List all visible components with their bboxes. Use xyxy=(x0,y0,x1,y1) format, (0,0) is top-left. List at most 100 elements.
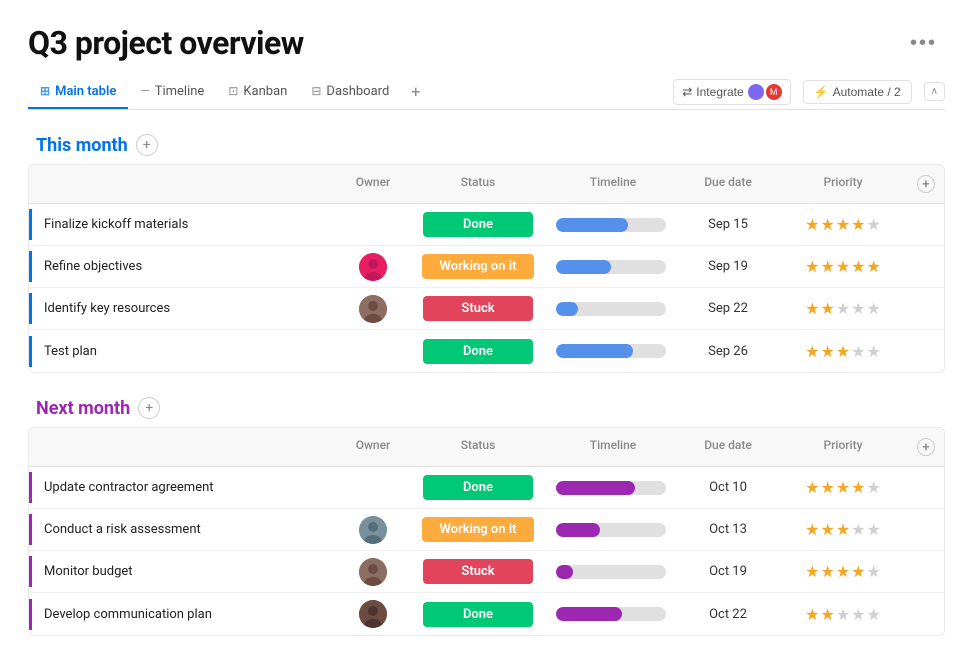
timeline-bar xyxy=(556,260,611,274)
star-5: ★ xyxy=(867,215,881,234)
timeline-bar xyxy=(556,523,600,537)
integrate-button[interactable]: ⇄ Integrate M xyxy=(673,79,790,105)
status-cell[interactable]: Stuck xyxy=(408,292,548,325)
row-name-cell: Finalize kickoff materials xyxy=(29,209,338,240)
priority-cell: ★ ★ ★ ★ ★ xyxy=(778,474,908,501)
col-add-header[interactable]: + xyxy=(908,171,944,197)
duedate-cell: Oct 10 xyxy=(678,476,778,499)
tab-dashboard[interactable]: ⊟ Dashboard xyxy=(299,76,401,109)
star-1: ★ xyxy=(805,299,819,318)
star-5: ★ xyxy=(867,520,881,539)
row-name-cell: Test plan xyxy=(29,336,338,367)
duedate-cell: Oct 13 xyxy=(678,518,778,541)
add-tab-button[interactable]: + xyxy=(401,74,430,109)
tab-timeline[interactable]: — Timeline xyxy=(128,76,216,109)
integrate-icon: ⇄ xyxy=(682,85,692,99)
duedate-cell: Sep 19 xyxy=(678,255,778,278)
timeline-bar-container xyxy=(556,565,666,579)
priority-cell: ★ ★ ★ ★ ★ xyxy=(778,601,908,628)
star-3: ★ xyxy=(836,562,850,581)
star-5: ★ xyxy=(867,342,881,361)
section-header-this-month: This month + xyxy=(28,130,945,160)
tabs-bar: ⊞ Main table — Timeline ⊡ Kanban ⊟ Dashb… xyxy=(28,74,945,110)
timeline-bar xyxy=(556,607,622,621)
star-2: ★ xyxy=(820,520,834,539)
star-4: ★ xyxy=(851,215,865,234)
status-cell[interactable]: Done xyxy=(408,335,548,368)
table-row: Finalize kickoff materials Done Sep 15 ★… xyxy=(29,204,944,246)
star-3: ★ xyxy=(836,257,850,276)
avatar-image xyxy=(359,558,387,586)
row-name-cell: Monitor budget xyxy=(29,556,338,587)
col-duedate-header: Due date xyxy=(678,171,778,197)
status-badge: Stuck xyxy=(423,296,533,321)
collapse-button[interactable]: ∧ xyxy=(924,82,945,101)
col-add-header[interactable]: + xyxy=(908,434,944,460)
star-2: ★ xyxy=(820,299,834,318)
status-cell[interactable]: Working on it xyxy=(408,250,548,283)
table-row: Test plan Done Sep 26 ★ ★ ★ ★ ★ xyxy=(29,330,944,372)
table-row: Develop communication plan Done xyxy=(29,593,944,635)
tab-kanban[interactable]: ⊡ Kanban xyxy=(216,76,299,109)
row-name-cell: Develop communication plan xyxy=(29,599,338,630)
timeline-cell xyxy=(548,561,678,583)
star-4: ★ xyxy=(851,520,865,539)
star-5: ★ xyxy=(867,478,881,497)
timeline-bar xyxy=(556,565,573,579)
status-badge: Working on it xyxy=(422,517,535,542)
priority-cell: ★ ★ ★ ★ ★ xyxy=(778,338,908,365)
avatar-1 xyxy=(748,84,764,100)
timeline-cell xyxy=(548,477,678,499)
section-title-this-month: This month xyxy=(36,135,128,156)
owner-cell xyxy=(338,221,408,229)
status-cell[interactable]: Working on it xyxy=(408,513,548,546)
status-cell[interactable]: Done xyxy=(408,598,548,631)
star-1: ★ xyxy=(805,215,819,234)
section-add-button-next-month[interactable]: + xyxy=(138,397,160,419)
section-add-button-this-month[interactable]: + xyxy=(136,134,158,156)
star-3: ★ xyxy=(836,605,850,624)
star-3: ★ xyxy=(836,342,850,361)
page-header: Q3 project overview ••• xyxy=(28,24,945,62)
timeline-bar xyxy=(556,481,635,495)
timeline-cell xyxy=(548,256,678,278)
priority-cell: ★ ★ ★ ★ ★ xyxy=(778,211,908,238)
status-cell[interactable]: Done xyxy=(408,208,548,241)
timeline-bar-container xyxy=(556,523,666,537)
owner-cell xyxy=(338,249,408,285)
star-1: ★ xyxy=(805,478,819,497)
owner-cell xyxy=(338,512,408,548)
tab-main-table[interactable]: ⊞ Main table xyxy=(28,76,128,109)
automate-button[interactable]: ⚡ Automate / 2 xyxy=(803,80,912,104)
star-1: ★ xyxy=(805,257,819,276)
status-badge: Done xyxy=(423,475,533,500)
star-5: ★ xyxy=(867,257,881,276)
status-cell[interactable]: Stuck xyxy=(408,555,548,588)
timeline-bar-container xyxy=(556,218,666,232)
dashboard-icon: ⊟ xyxy=(311,84,321,98)
status-cell[interactable]: Done xyxy=(408,471,548,504)
section-title-next-month: Next month xyxy=(36,398,130,419)
status-badge: Done xyxy=(423,602,533,627)
row-name-cell: Conduct a risk assessment xyxy=(29,514,338,545)
star-3: ★ xyxy=(836,520,850,539)
duedate-cell: Sep 26 xyxy=(678,340,778,363)
status-badge: Working on it xyxy=(422,254,535,279)
star-2: ★ xyxy=(820,478,834,497)
star-2: ★ xyxy=(820,257,834,276)
right-actions: ⇄ Integrate M ⚡ Automate / 2 ∧ xyxy=(673,79,945,105)
page-title: Q3 project overview xyxy=(28,24,304,62)
star-4: ★ xyxy=(851,478,865,497)
priority-cell: ★ ★ ★ ★ ★ xyxy=(778,295,908,322)
star-3: ★ xyxy=(836,478,850,497)
row-name-cell: Update contractor agreement xyxy=(29,472,338,503)
star-2: ★ xyxy=(820,605,834,624)
star-5: ★ xyxy=(867,562,881,581)
more-options-button[interactable]: ••• xyxy=(902,28,945,59)
table-header-this-month: Owner Status Timeline Due date Priority … xyxy=(29,165,944,204)
owner-avatar xyxy=(359,600,387,628)
table-icon: ⊞ xyxy=(40,84,50,98)
star-4: ★ xyxy=(851,342,865,361)
avatar-image xyxy=(359,600,387,628)
duedate-cell: Oct 19 xyxy=(678,560,778,583)
